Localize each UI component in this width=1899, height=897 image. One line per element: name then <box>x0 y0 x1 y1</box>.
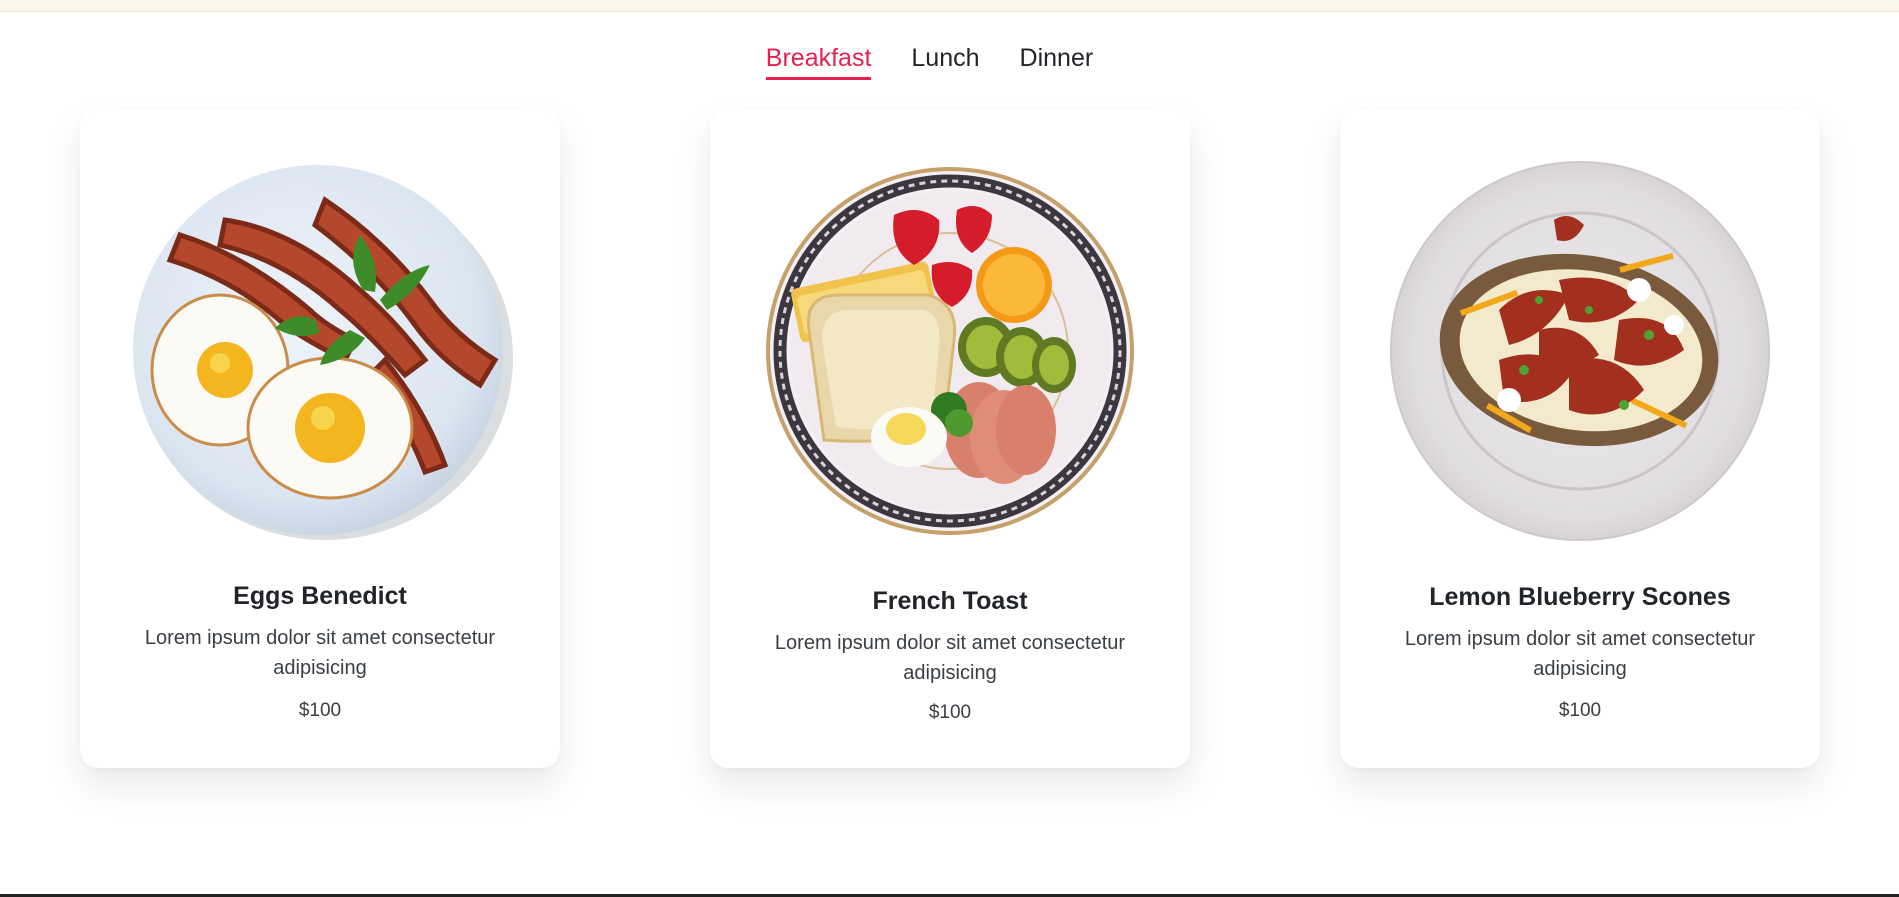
loaded-potato-plate-image <box>1390 161 1770 541</box>
tab-dinner[interactable]: Dinner <box>1020 44 1094 80</box>
card-title: French Toast <box>872 587 1028 615</box>
card-description: Lorem ipsum dolor sit amet consectetur a… <box>144 627 496 679</box>
card-price: $100 <box>928 702 972 723</box>
menu-card[interactable]: Eggs Benedict Lorem ipsum dolor sit amet… <box>80 110 560 768</box>
card-description: Lorem ipsum dolor sit amet consectetur a… <box>774 632 1126 684</box>
fruit-toast-plate-image <box>766 167 1134 535</box>
eggs-bacon-plate-image <box>133 165 513 540</box>
menu-tabs: Breakfast Lunch Dinner <box>0 44 1899 80</box>
menu-card[interactable]: French Toast Lorem ipsum dolor sit amet … <box>710 110 1190 768</box>
top-strip <box>0 0 1899 12</box>
tab-breakfast[interactable]: Breakfast <box>765 44 872 80</box>
menu-card[interactable]: Lemon Blueberry Scones Lorem ipsum dolor… <box>1340 110 1820 768</box>
tab-lunch[interactable]: Lunch <box>911 44 979 80</box>
card-title: Eggs Benedict <box>233 582 407 610</box>
card-price: $100 <box>1558 700 1602 721</box>
card-description: Lorem ipsum dolor sit amet consectetur a… <box>1404 628 1756 680</box>
card-price: $100 <box>298 700 342 721</box>
card-title: Lemon Blueberry Scones <box>1429 583 1731 611</box>
